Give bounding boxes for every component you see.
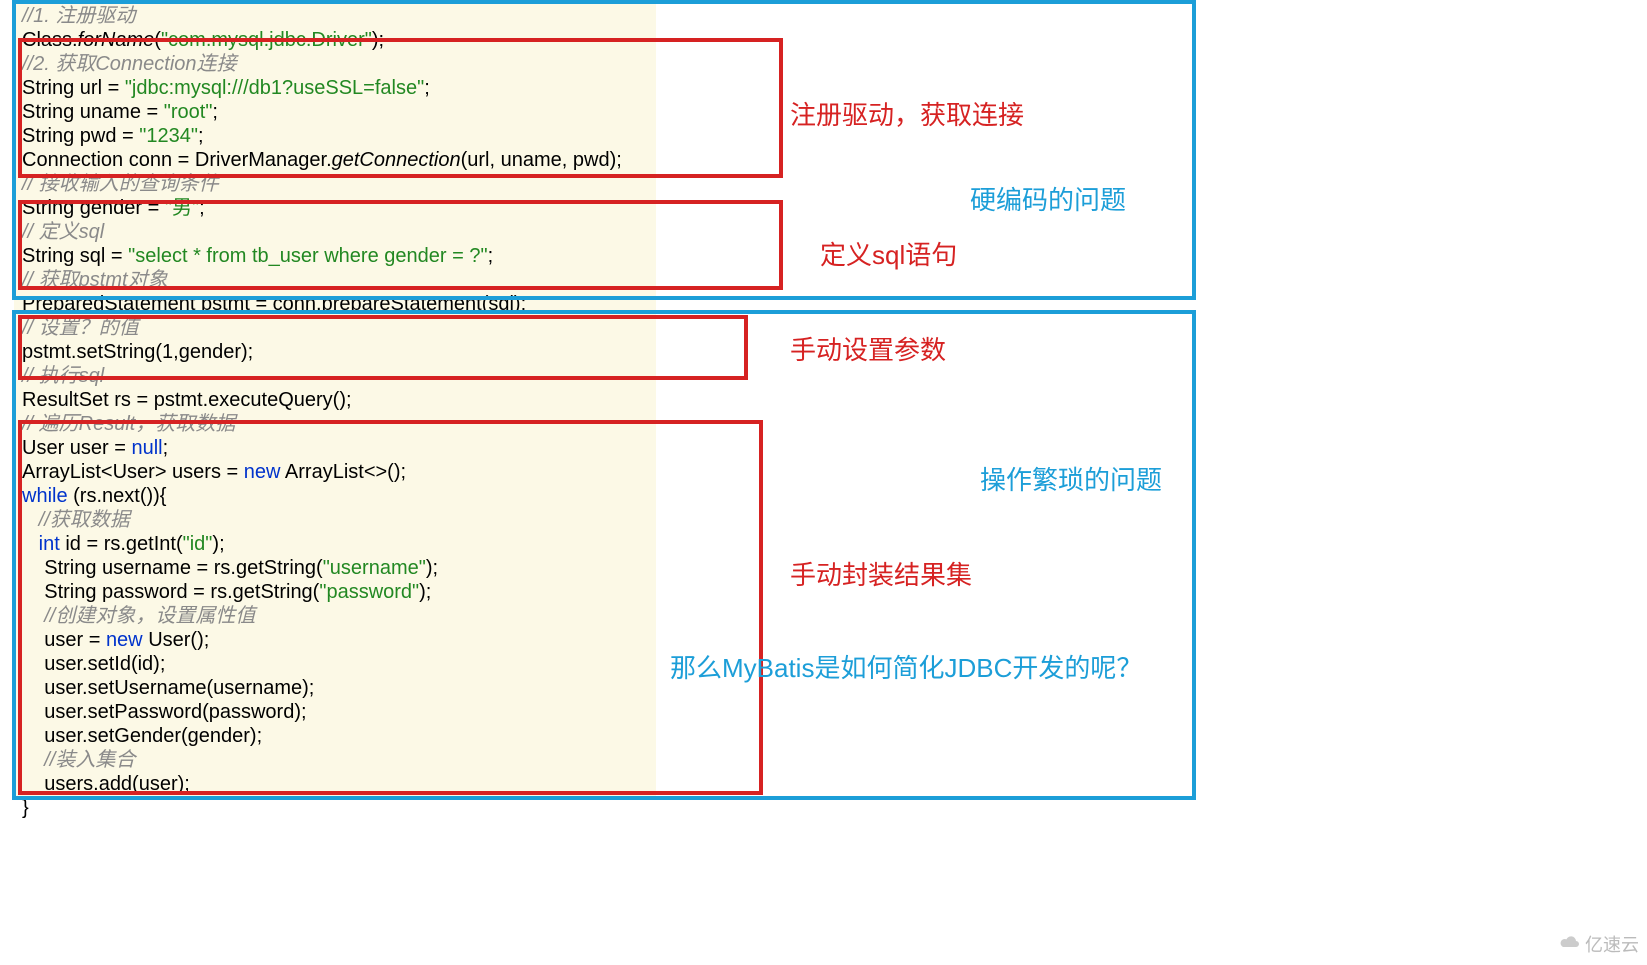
- watermark: 亿速云: [1559, 931, 1639, 957]
- cloud-icon: [1559, 934, 1581, 955]
- red-box-register: [18, 38, 783, 178]
- label-cumbersome: 操作繁琐的问题: [980, 460, 1162, 497]
- label-register: 注册驱动，获取连接: [790, 95, 1024, 132]
- label-set-param: 手动设置参数: [790, 330, 946, 367]
- label-hardcode: 硬编码的问题: [970, 180, 1126, 217]
- watermark-text: 亿速云: [1585, 931, 1639, 957]
- label-wrap-result: 手动封装结果集: [790, 555, 972, 592]
- label-define-sql: 定义sql语句: [820, 235, 957, 272]
- red-box-define-sql: [18, 200, 783, 290]
- label-question: 那么MyBatis是如何简化JDBC开发的呢？: [670, 648, 1142, 685]
- red-box-set-param: [18, 315, 748, 380]
- red-box-wrap-result: [18, 420, 763, 795]
